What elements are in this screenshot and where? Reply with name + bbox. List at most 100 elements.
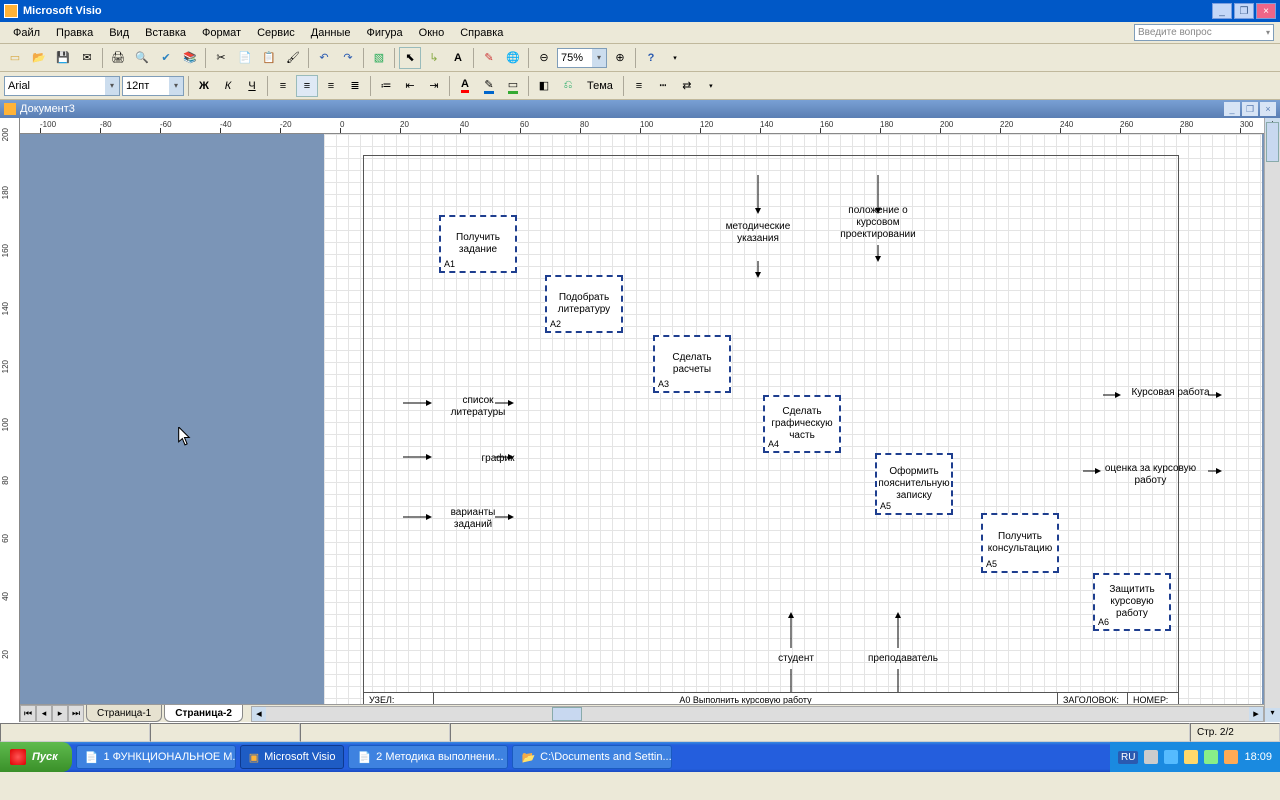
- ink-button[interactable]: ✎: [478, 47, 500, 69]
- menu-view[interactable]: Вид: [102, 25, 136, 41]
- tray-icon[interactable]: [1184, 750, 1198, 764]
- underline-button[interactable]: Ч: [241, 75, 263, 97]
- tray-icon[interactable]: [1164, 750, 1178, 764]
- connector-tool-button[interactable]: ↳: [423, 47, 445, 69]
- shadow-button[interactable]: ◧: [533, 75, 555, 97]
- horizontal-ruler: -100-80-60-40-20020406080100120140160180…: [20, 118, 1264, 134]
- minimize-button[interactable]: _: [1212, 3, 1232, 19]
- help-search-input[interactable]: Введите вопрос▾: [1134, 24, 1274, 41]
- tab-page-2[interactable]: Страница-2: [164, 705, 243, 722]
- preview-button[interactable]: 🔍: [131, 47, 153, 69]
- tray-icon[interactable]: [1144, 750, 1158, 764]
- clock: 18:09: [1244, 751, 1272, 763]
- tab-page-1[interactable]: Страница-1: [86, 705, 162, 722]
- document-title: Документ3: [20, 103, 75, 115]
- font-color-button[interactable]: A: [454, 75, 476, 97]
- shapes-button[interactable]: ▧: [368, 47, 390, 69]
- drawing-page[interactable]: Получить заданиеA1Подобрать литературуA2…: [324, 134, 1262, 704]
- spellcheck-button[interactable]: ✔: [155, 47, 177, 69]
- align-center-button[interactable]: ≡: [296, 75, 318, 97]
- line-color-button[interactable]: ✎: [478, 75, 500, 97]
- lang-indicator[interactable]: RU: [1118, 751, 1138, 764]
- toolbar-options-button[interactable]: ▾: [664, 47, 686, 69]
- taskbar-item[interactable]: ▣Microsoft Visio: [240, 745, 345, 769]
- tab-nav-last[interactable]: ⏭: [68, 705, 84, 722]
- vertical-ruler: 20018016014012010080604020: [0, 118, 20, 722]
- tab-nav-prev[interactable]: ◂: [36, 705, 52, 722]
- menu-tools[interactable]: Сервис: [250, 25, 302, 41]
- zoom-combo[interactable]: 75%▾: [557, 48, 607, 68]
- align-left-button[interactable]: ≡: [272, 75, 294, 97]
- theme-button[interactable]: Тема: [581, 75, 619, 97]
- save-button[interactable]: 💾: [52, 47, 74, 69]
- menubar: Файл Правка Вид Вставка Формат Сервис Да…: [0, 22, 1280, 44]
- pointer-tool-button[interactable]: ⬉: [399, 47, 421, 69]
- doc-minimize-button[interactable]: _: [1224, 102, 1240, 116]
- menu-edit[interactable]: Правка: [49, 25, 100, 41]
- taskbar-item[interactable]: 📄2 Методика выполнени...: [348, 745, 508, 769]
- taskbar-item[interactable]: 📄1 ФУНКЦИОНАЛЬНОЕ М...: [76, 745, 236, 769]
- standard-toolbar: ▭ 📂 💾 ✉ 🖨 🔍 ✔ 📚 ✂ 📄 📋 🖌 ↶ ↷ ▧ ⬉ ↳ A ✎ 🌐 …: [0, 44, 1280, 72]
- toolbar-options-button-2[interactable]: ▾: [700, 75, 722, 97]
- font-combo[interactable]: Arial▾: [4, 76, 120, 96]
- menu-help[interactable]: Справка: [453, 25, 510, 41]
- research-button[interactable]: 📚: [179, 47, 201, 69]
- line-style-button[interactable]: ≡: [628, 75, 650, 97]
- increase-indent-button[interactable]: ⇥: [423, 75, 445, 97]
- italic-button[interactable]: К: [217, 75, 239, 97]
- vertical-scrollbar[interactable]: ▴ ▾: [1264, 118, 1280, 722]
- zoom-in-button[interactable]: ⊕: [609, 47, 631, 69]
- status-cell-4: [450, 723, 1190, 742]
- close-button[interactable]: ×: [1256, 3, 1276, 19]
- menu-file[interactable]: Файл: [6, 25, 47, 41]
- autoconnect-button[interactable]: ⎌: [557, 75, 579, 97]
- paste-button[interactable]: 📋: [258, 47, 280, 69]
- restore-button[interactable]: ❐: [1234, 3, 1254, 19]
- line-pattern-button[interactable]: ┉: [652, 75, 674, 97]
- page-tabs-bar: ⏮ ◂ ▸ ⏭ Страница-1 Страница-2 ◂ ▸: [20, 704, 1264, 722]
- print-button[interactable]: 🖨: [107, 47, 129, 69]
- mail-button[interactable]: ✉: [76, 47, 98, 69]
- format-painter-button[interactable]: 🖌: [282, 47, 304, 69]
- zoom-out-button[interactable]: ⊖: [533, 47, 555, 69]
- app-icon: [4, 4, 18, 18]
- menu-data[interactable]: Данные: [304, 25, 358, 41]
- new-button[interactable]: ▭: [4, 47, 26, 69]
- tray-icon[interactable]: [1204, 750, 1218, 764]
- status-page: Стр. 2/2: [1190, 723, 1280, 742]
- help-button[interactable]: ?: [640, 47, 662, 69]
- tray-icon[interactable]: [1224, 750, 1238, 764]
- tab-nav-first[interactable]: ⏮: [20, 705, 36, 722]
- bullets-button[interactable]: ≔: [375, 75, 397, 97]
- horizontal-scrollbar[interactable]: ◂ ▸: [251, 706, 1264, 722]
- decrease-indent-button[interactable]: ⇤: [399, 75, 421, 97]
- align-justify-button[interactable]: ≣: [344, 75, 366, 97]
- cut-button[interactable]: ✂: [210, 47, 232, 69]
- system-tray: RU 18:09: [1110, 742, 1280, 772]
- copy-button[interactable]: 📄: [234, 47, 256, 69]
- undo-button[interactable]: ↶: [313, 47, 335, 69]
- footer-node: УЗЕЛ:: [364, 693, 434, 704]
- status-bar: Стр. 2/2: [0, 722, 1280, 742]
- bold-button[interactable]: Ж: [193, 75, 215, 97]
- align-right-button[interactable]: ≡: [320, 75, 342, 97]
- doc-restore-button[interactable]: ❐: [1242, 102, 1258, 116]
- menu-insert[interactable]: Вставка: [138, 25, 193, 41]
- fill-color-button[interactable]: ▭: [502, 75, 524, 97]
- font-size-combo[interactable]: 12пт▾: [122, 76, 184, 96]
- text-tool-button[interactable]: A: [447, 47, 469, 69]
- menu-format[interactable]: Формат: [195, 25, 248, 41]
- canvas[interactable]: Получить заданиеA1Подобрать литературуA2…: [20, 134, 1264, 704]
- menu-shape[interactable]: Фигура: [360, 25, 410, 41]
- redo-button[interactable]: ↷: [337, 47, 359, 69]
- line-ends-button[interactable]: ⇄: [676, 75, 698, 97]
- menu-window[interactable]: Окно: [412, 25, 452, 41]
- open-button[interactable]: 📂: [28, 47, 50, 69]
- hyperlink-button[interactable]: 🌐: [502, 47, 524, 69]
- doc-close-button[interactable]: ×: [1260, 102, 1276, 116]
- taskbar-item[interactable]: 📂C:\Documents and Settin...: [512, 745, 672, 769]
- window-titlebar: Microsoft Visio _ ❐ ×: [0, 0, 1280, 22]
- start-button[interactable]: Пуск: [0, 742, 72, 772]
- tab-nav-next[interactable]: ▸: [52, 705, 68, 722]
- zoom-value: 75%: [561, 52, 583, 64]
